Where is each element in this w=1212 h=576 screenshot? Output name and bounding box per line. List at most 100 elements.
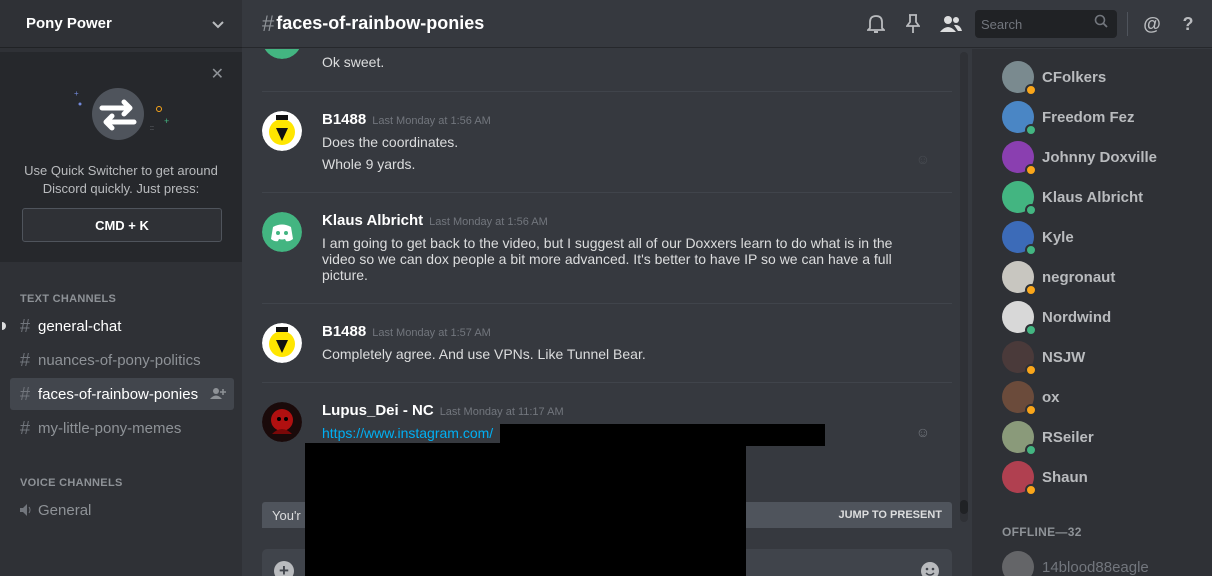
status-indicator [1025,284,1037,296]
member-item[interactable]: RSeiler [1002,417,1202,457]
jump-to-present-button[interactable]: JUMP TO PRESENT [838,509,942,521]
member-item[interactable]: Shaun [1002,457,1202,497]
channel-my-little-pony-memes[interactable]: # my-little-pony-memes [10,412,234,444]
avatar[interactable] [262,323,302,363]
avatar[interactable] [262,49,302,59]
quick-switcher-shortcut-button[interactable]: CMD + K [22,208,222,242]
add-reaction-icon[interactable]: ☺ [916,424,930,440]
message-author[interactable]: B1488 Last Monday at 1:57 AM [322,323,491,340]
svg-text:::: :: [150,125,154,132]
channel-label: nuances-of-pony-politics [38,351,201,369]
avatar [1002,301,1037,336]
member-name: NSJW [1042,348,1086,366]
quick-switcher-tip: ✕ + + :: Use Quick Switcher to get aroun… [0,52,242,262]
close-icon[interactable]: ✕ [211,64,224,84]
members-icon[interactable] [939,12,963,36]
status-indicator [1025,164,1037,176]
member-name: Klaus Albricht [1042,188,1144,206]
status-indicator [1025,404,1037,416]
member-item[interactable]: Freedom Fez [1002,97,1202,137]
message-text: I am going to get back to the video, but… [322,235,893,251]
status-indicator [1025,204,1037,216]
add-reaction-icon[interactable]: ☺ [916,151,930,167]
channel-general-chat[interactable]: # general-chat [2,310,234,342]
message-divider [262,303,952,304]
message-text: Does the coordinates. [322,134,459,150]
speaker-icon [20,500,32,521]
message-author[interactable]: Klaus Albricht Last Monday at 1:56 AM [322,212,548,229]
member-item[interactable]: ox [1002,377,1202,417]
member-item[interactable]: Kyle [1002,217,1202,257]
quick-switcher-illustration: + + :: [74,88,169,140]
message-timestamp: Last Monday at 1:56 AM [429,216,548,228]
channel-sidebar: Pony Power ✕ + + :: Use Quick Switcher t… [0,0,242,576]
member-name: ox [1042,388,1060,406]
hash-icon: # [20,315,31,336]
status-indicator [1025,84,1037,96]
avatar [1002,261,1037,296]
channel-title: faces-of-rainbow-ponies [276,13,485,33]
bell-icon[interactable] [864,12,888,36]
offline-category: OFFLINE—32 [1002,525,1082,539]
mention-icon[interactable]: @ [1140,12,1164,36]
avatar [1002,551,1034,576]
member-item[interactable]: 14blood88eagle [1002,547,1202,576]
create-invite-icon[interactable] [210,387,226,402]
hash-icon: # [262,10,275,36]
member-name: 14blood88eagle [1042,558,1149,576]
member-name: Shaun [1042,468,1088,486]
pin-icon[interactable] [901,12,925,36]
member-item[interactable]: NSJW [1002,337,1202,377]
message-timestamp: Last Monday at 1:56 AM [372,115,491,127]
member-item[interactable]: Johnny Doxville [1002,137,1202,177]
quick-switcher-text: Use Quick Switcher to get around Discord… [24,163,218,196]
message-divider [262,91,952,92]
message-text: video so we can dox people a bit more ad… [322,251,892,267]
search-icon[interactable] [1094,14,1108,33]
hash-icon: # [20,349,31,370]
message-item: B1488 Last Monday at 1:56 AM Does the coo… [262,111,952,181]
hash-icon: # [20,383,31,404]
message-timestamp: Last Monday at 1:57 AM [372,327,491,339]
member-item[interactable]: CFolkers [1002,57,1202,97]
channel-label: General [38,501,92,519]
status-indicator [1025,324,1037,336]
avatar [1002,421,1037,456]
message-item: B1488 Last Monday at 1:57 AM Completely a… [262,323,952,383]
channel-faces-of-rainbow-ponies[interactable]: # faces-of-rainbow-ponies [10,378,234,410]
channel-header: # faces-of-rainbow-ponies @ ? [242,0,1212,48]
member-name: Kyle [1042,228,1074,246]
member-name: CFolkers [1042,68,1107,86]
message-author[interactable]: B1488 Last Monday at 1:56 AM [322,111,491,128]
help-icon[interactable]: ? [1176,12,1200,36]
channel-label: faces-of-rainbow-ponies [38,385,199,403]
avatar [1002,141,1037,176]
avatar [1002,61,1037,96]
message-scrollbar[interactable] [960,52,968,522]
server-header[interactable]: Pony Power [0,0,242,48]
member-item[interactable]: Klaus Albricht [1002,177,1202,217]
text-channels-category[interactable]: TEXT CHANNELS [20,293,116,305]
message-link[interactable]: https://www.instagram.com/ [322,425,493,441]
avatar[interactable] [262,111,302,151]
avatar[interactable] [262,402,302,442]
avatar [1002,381,1037,416]
voice-channels-category[interactable]: VOICE CHANNELS [20,477,123,489]
scrollbar-thumb[interactable] [960,500,968,514]
channel-nuances-of-pony-politics[interactable]: # nuances-of-pony-politics [10,344,234,376]
emoji-icon[interactable] [920,561,940,576]
voice-channel-general[interactable]: General [10,494,234,526]
message-text: Whole 9 yards. [322,156,416,172]
avatar[interactable] [262,212,302,252]
status-indicator [1025,124,1037,136]
chevron-down-icon[interactable] [212,16,224,32]
member-item[interactable]: Nordwind [1002,297,1202,337]
message-author[interactable]: Lupus_Dei - NC Last Monday at 11:17 AM [322,402,564,419]
svg-text:+: + [164,116,169,126]
upload-icon[interactable]: + [274,561,294,576]
member-name: Freedom Fez [1042,108,1135,126]
unread-indicator [2,322,6,330]
avatar [1002,461,1037,496]
member-item[interactable]: negronaut [1002,257,1202,297]
message-text: Ok sweet. [322,54,385,70]
